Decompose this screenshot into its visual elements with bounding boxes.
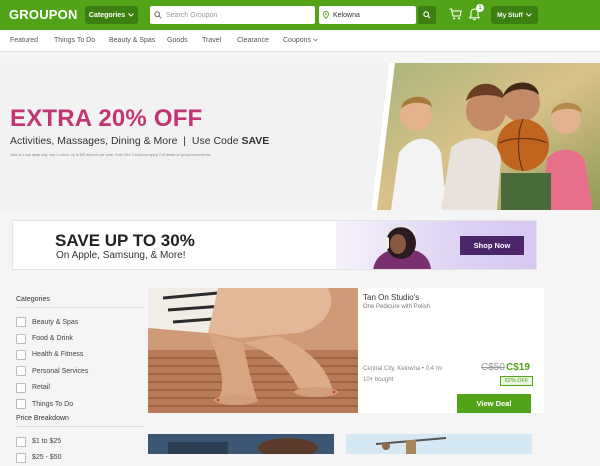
chevron-down-icon [525, 13, 532, 17]
filter-label: Personal Services [32, 367, 89, 375]
deal-card[interactable]: Tan On Studio's One Pedicure with Polish… [148, 288, 544, 413]
filter-retail[interactable]: Retail [16, 380, 144, 396]
discount-badge: 62% OFF [500, 376, 533, 386]
chevron-down-icon [313, 38, 318, 42]
location-pin-icon [323, 11, 329, 19]
promo-code: SAVE [241, 135, 270, 147]
notification-badge: 1 [476, 4, 484, 12]
nav-beauty-spas[interactable]: Beauty & Spas [109, 37, 155, 44]
top-header: GROUPON Categories Search Groupon Kelown… [0, 0, 600, 30]
cart-icon[interactable] [449, 8, 462, 20]
shop-now-button[interactable]: Shop Now [460, 236, 524, 255]
checkbox[interactable] [16, 399, 26, 410]
hero-headline: EXTRA 20% OFF [10, 105, 203, 132]
filter-price-1-25[interactable]: $1 to $25 [16, 433, 144, 449]
filter-label: Health & Fitness [32, 351, 84, 359]
filter-label: Things To Do [32, 400, 74, 408]
divider [16, 426, 144, 428]
promo-headline: SAVE UP TO 30% [55, 231, 195, 250]
nav-coupons[interactable]: Coupons [283, 37, 318, 44]
my-stuff-button[interactable]: My Stuff [491, 6, 538, 24]
nav-featured[interactable]: Featured [10, 37, 38, 44]
categories-label: Categories [88, 11, 126, 19]
hero-subline: Activities, Massages, Dining & More | Us… [10, 135, 269, 147]
deal-card-partial[interactable] [346, 434, 532, 454]
woman-with-headphones-image [373, 225, 431, 269]
family-photo [371, 63, 600, 210]
price-filter-title: Price Breakdown [16, 415, 69, 423]
filter-personal-services[interactable]: Personal Services [16, 363, 144, 379]
groupon-logo[interactable]: GROUPON [9, 7, 78, 22]
checkbox[interactable] [16, 349, 26, 360]
checkbox[interactable] [16, 366, 26, 377]
nav-coupons-label: Coupons [283, 37, 312, 44]
my-stuff-label: My Stuff [497, 11, 523, 19]
filter-label: Retail [32, 384, 50, 392]
nav-travel[interactable]: Travel [202, 37, 221, 44]
original-price: C$50 [481, 362, 505, 373]
location-value: Kelowna [333, 11, 360, 19]
checkbox[interactable] [16, 452, 26, 463]
promo-subline: On Apple, Samsung, & More! [56, 250, 186, 261]
checkbox[interactable] [16, 382, 26, 393]
pedicure-photo [148, 288, 358, 413]
filter-beauty-spas[interactable]: Beauty & Spas [16, 314, 144, 330]
divider [16, 307, 144, 308]
checkbox[interactable] [16, 333, 26, 344]
deal-price: C$19 [506, 362, 530, 373]
nav-things-to-do[interactable]: Things To Do [54, 37, 95, 44]
deal-location: Central City, Kelowna • 0.4 mi [363, 366, 443, 372]
checkbox[interactable] [16, 436, 26, 447]
search-icon [423, 11, 431, 19]
nav-goods[interactable]: Goods [167, 37, 188, 44]
hero-fine-print: Valid on Local deals only, max 2 orders.… [10, 153, 212, 157]
search-placeholder: Search Groupon [166, 11, 218, 19]
filter-sidebar: Categories Beauty & Spas Food & Drink He… [16, 296, 144, 466]
location-input[interactable]: Kelowna [319, 6, 416, 24]
filter-health-fitness[interactable]: Health & Fitness [16, 347, 144, 363]
promo-banner[interactable]: SAVE UP TO 30% On Apple, Samsung, & More… [12, 220, 537, 270]
filter-label: $25 - $50 [32, 454, 62, 462]
filter-label: $1 to $25 [32, 438, 62, 446]
filter-price-25-50[interactable]: $25 - $50 [16, 450, 144, 466]
filter-label: Food & Drink [32, 335, 73, 343]
categories-filter-title: Categories [16, 296, 50, 303]
category-nav: Featured Things To Do Beauty & Spas Good… [0, 30, 600, 52]
nav-clearance[interactable]: Clearance [237, 37, 269, 44]
deal-card-partial[interactable] [148, 434, 334, 454]
deal-subtitle: One Pedicure with Polish [363, 304, 431, 310]
deal-photo [148, 434, 334, 454]
deal-title[interactable]: Tan On Studio's [363, 293, 419, 302]
categories-button[interactable]: Categories [85, 6, 138, 24]
search-submit-button[interactable] [418, 6, 436, 24]
filter-things-to-do[interactable]: Things To Do [16, 396, 144, 412]
hero-subline-text: Activities, Massages, Dining & More | Us… [10, 135, 242, 147]
chevron-down-icon [128, 13, 134, 17]
search-icon [154, 11, 162, 19]
deal-photo [346, 434, 532, 454]
view-deal-button[interactable]: View Deal [457, 394, 531, 413]
checkbox[interactable] [16, 317, 26, 328]
filter-food-drink[interactable]: Food & Drink [16, 330, 144, 346]
filter-label: Beauty & Spas [32, 318, 79, 326]
hero-banner[interactable]: EXTRA 20% OFF Activities, Massages, Dini… [0, 63, 600, 210]
search-input[interactable]: Search Groupon [150, 6, 315, 24]
deal-bought-count: 10+ bought [363, 377, 394, 383]
